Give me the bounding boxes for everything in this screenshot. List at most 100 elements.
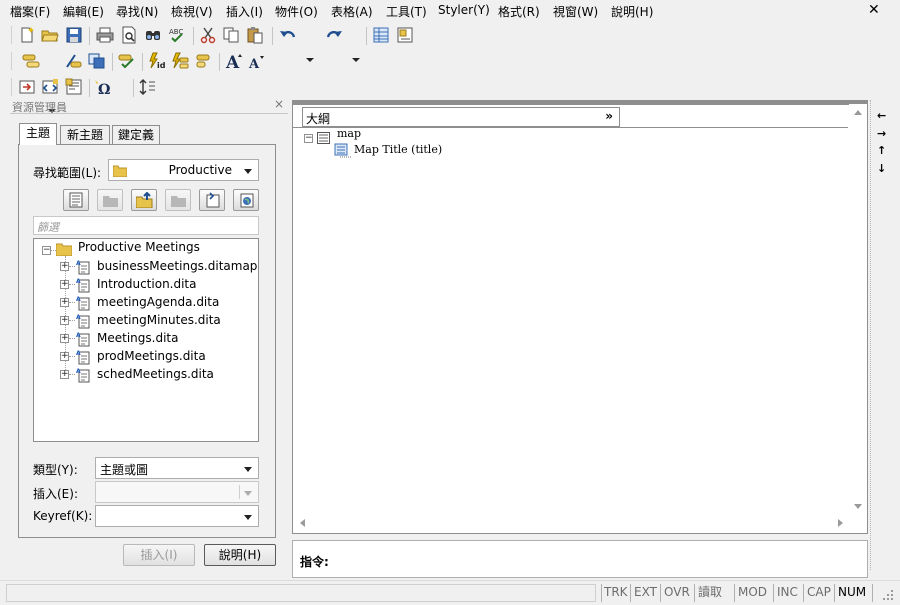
resource-manager-close-button[interactable]: ×: [274, 97, 284, 111]
print-icon[interactable]: [96, 26, 114, 44]
view-list-button[interactable]: [63, 189, 89, 211]
tree-expand-button[interactable]: +: [60, 316, 69, 325]
font-larger-icon[interactable]: A: [225, 51, 245, 71]
cut-icon[interactable]: [199, 26, 217, 44]
arrow-up-icon[interactable]: ↑: [877, 144, 886, 157]
folder-action-button[interactable]: [165, 189, 191, 211]
menu-file[interactable]: 檔案(F): [10, 3, 50, 20]
menu-table[interactable]: 表格(A): [331, 3, 373, 20]
tree-expand-button[interactable]: +: [60, 280, 69, 289]
redo-icon[interactable]: [325, 26, 343, 44]
tree-expand-button[interactable]: +: [60, 334, 69, 343]
tag-icon[interactable]: [195, 52, 213, 70]
new-doc-icon[interactable]: [18, 26, 36, 44]
font-smaller-icon[interactable]: A: [248, 53, 266, 71]
menu-object[interactable]: 物件(O): [275, 3, 318, 20]
menu-edit[interactable]: 編輯(E): [63, 3, 104, 20]
type-value: 主題或圖: [100, 463, 149, 477]
filter-input[interactable]: 篩選: [33, 216, 259, 235]
outline-tab[interactable]: 大綱 »: [302, 107, 620, 127]
insert-button[interactable]: 插入(I): [123, 544, 195, 566]
menu-tools[interactable]: 工具(T): [386, 3, 427, 20]
outline-tab-title: 大綱: [306, 112, 331, 126]
scroll-right-icon[interactable]: [838, 519, 843, 527]
id-icon[interactable]: id: [148, 52, 166, 70]
status-trk: TRK: [604, 585, 628, 599]
command-panel[interactable]: 指令:: [292, 540, 868, 578]
resize-grip-icon[interactable]: [882, 589, 894, 601]
vertical-scrollbar[interactable]: [849, 104, 867, 516]
outline-map-node[interactable]: map: [337, 127, 361, 140]
outline-title-node[interactable]: Map Title (title): [354, 143, 442, 156]
close-window-button[interactable]: ✕: [868, 2, 880, 18]
menu-help[interactable]: 說明(H): [611, 3, 653, 20]
link-icon[interactable]: [41, 78, 59, 96]
save-icon[interactable]: [65, 26, 83, 44]
tree-file-item[interactable]: Meetings.dita: [97, 331, 178, 349]
dita-file-icon: A: [76, 350, 90, 365]
xref-icon[interactable]: [18, 78, 36, 96]
tab-topics[interactable]: 主題: [19, 123, 57, 145]
style-icon[interactable]: [171, 52, 189, 70]
tree-file-item[interactable]: Introduction.dita: [97, 277, 197, 295]
tree-expand-button[interactable]: +: [60, 298, 69, 307]
paste-icon[interactable]: [246, 26, 264, 44]
menu-format[interactable]: 格式(R): [498, 3, 540, 20]
menu-styler[interactable]: Styler(Y): [438, 3, 490, 17]
arrow-down-icon[interactable]: ↓: [877, 162, 886, 175]
split-element-icon[interactable]: [88, 52, 106, 70]
redo-dropdown-icon[interactable]: [352, 58, 360, 62]
svg-text:Ω: Ω: [98, 82, 110, 96]
tree-file-item[interactable]: meetingMinutes.dita: [97, 313, 221, 331]
horizontal-scrollbar[interactable]: [294, 514, 849, 532]
undo-dropdown-icon[interactable]: [306, 58, 314, 62]
new-folder-button[interactable]: [97, 189, 123, 211]
tree-file-item[interactable]: prodMeetings.dita: [97, 349, 206, 367]
validate-icon[interactable]: [118, 52, 136, 70]
find-icon[interactable]: [144, 26, 162, 44]
tree-expand-button[interactable]: +: [60, 262, 69, 271]
refresh-button[interactable]: [199, 189, 225, 211]
tree-file-item[interactable]: schedMeetings.dita: [97, 367, 214, 385]
tree-file-item[interactable]: meetingAgenda.dita: [97, 295, 219, 313]
special-char-icon[interactable]: Ω: [94, 78, 114, 96]
scroll-up-icon[interactable]: [854, 110, 862, 115]
menu-window[interactable]: 視窗(W): [553, 3, 598, 20]
web-button[interactable]: [233, 189, 259, 211]
tree-expand-button[interactable]: +: [60, 352, 69, 361]
arrow-right-icon[interactable]: →: [877, 127, 886, 140]
tree-file-item[interactable]: businessMeetings.ditamap: [97, 259, 257, 277]
image-icon[interactable]: [65, 78, 83, 96]
frame-icon[interactable]: [396, 26, 414, 44]
copy-icon[interactable]: [222, 26, 240, 44]
sort-icon[interactable]: [139, 78, 157, 96]
keyref-select[interactable]: [95, 505, 259, 527]
tree-expand-button[interactable]: +: [60, 370, 69, 379]
status-message-area: [6, 584, 596, 602]
svg-text:A: A: [76, 278, 81, 285]
chevron-right-icon[interactable]: »: [605, 109, 613, 123]
menu-view[interactable]: 檢視(V): [171, 3, 213, 20]
open-folder-icon[interactable]: [41, 26, 59, 44]
tab-new-topic[interactable]: 新主題: [60, 125, 110, 145]
insert-element-icon[interactable]: [22, 52, 40, 70]
arrow-left-icon[interactable]: ←: [877, 109, 886, 122]
folder-up-icon: [136, 192, 153, 208]
menu-find[interactable]: 尋找(N): [116, 3, 158, 20]
change-element-icon[interactable]: [64, 52, 82, 70]
outline-panel: [292, 100, 868, 534]
type-select[interactable]: 主題或圖: [95, 457, 259, 479]
help-button[interactable]: 說明(H): [204, 544, 276, 566]
print-preview-icon[interactable]: [120, 26, 138, 44]
folder-up-button[interactable]: [131, 189, 157, 211]
scroll-down-icon[interactable]: [854, 504, 862, 509]
insert-select[interactable]: [95, 481, 259, 503]
undo-icon[interactable]: [279, 26, 297, 44]
scroll-left-icon[interactable]: [300, 519, 305, 527]
search-scope-select[interactable]: Productive: [108, 159, 259, 181]
outline-collapse-map[interactable]: −: [304, 134, 313, 143]
table-icon[interactable]: [372, 26, 390, 44]
menu-insert[interactable]: 插入(I): [226, 3, 263, 20]
spellcheck-icon[interactable]: ABC: [168, 26, 186, 44]
tab-key-definitions[interactable]: 鍵定義: [112, 125, 160, 145]
